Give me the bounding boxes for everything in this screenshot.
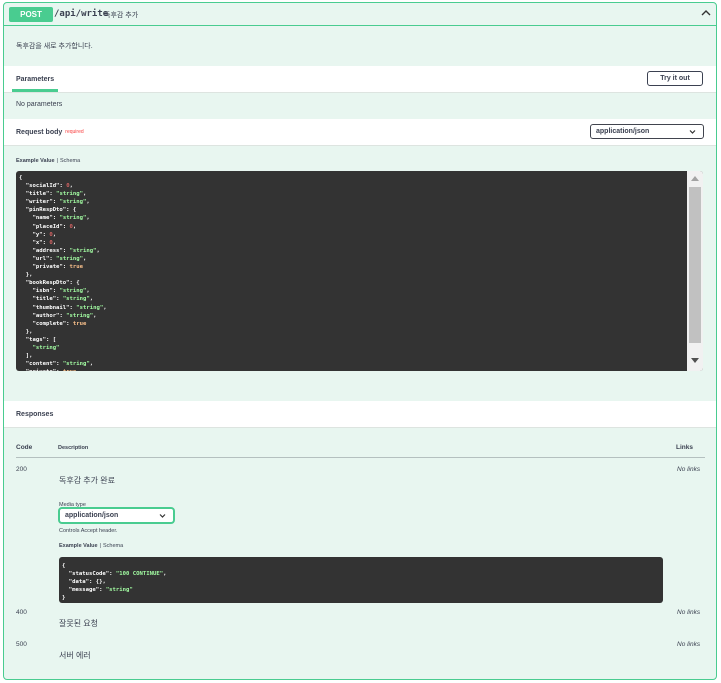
response-links-200: No links (677, 466, 701, 473)
tab-schema[interactable]: Schema (103, 543, 123, 549)
response-media-type-value: application/json (65, 512, 119, 519)
request-body-header: Request body required application/json (4, 119, 716, 146)
column-description: Description (58, 445, 89, 451)
chevron-up-icon[interactable] (699, 6, 713, 20)
operation-description: 독후감을 새로 추가합니다. (16, 43, 93, 50)
column-links: Links (676, 444, 693, 451)
triangle-down-icon[interactable] (691, 358, 699, 364)
tab-example-value[interactable]: Example Value (16, 158, 55, 164)
response-description-200: 독후감 추가 완료 (59, 476, 115, 485)
chevron-down-icon (159, 514, 166, 518)
request-example-code[interactable]: { "socialId": 0, "title": "string", "wri… (16, 171, 703, 371)
parameters-header: Parameters Try it out (4, 66, 716, 93)
operation-path: /api/write (54, 9, 109, 19)
tab-example-value[interactable]: Example Value (59, 543, 98, 549)
controls-accept-header-text: Controls Accept header. (59, 528, 118, 534)
no-parameters-text: No parameters (16, 101, 63, 108)
operation-summary-text: 독후감 추가 (104, 12, 139, 19)
response-example-code[interactable]: { "statusCode": "100 CONTINUE", "data": … (59, 557, 663, 603)
response-code-500: 500 (16, 641, 27, 648)
operation-summary[interactable]: POST /api/write 독후감 추가 (4, 3, 716, 26)
request-content-type-select[interactable]: application/json (590, 124, 704, 139)
responses-title: Responses (16, 411, 54, 418)
responses-header: Responses (4, 401, 716, 428)
operation-block-post-api-write: POST /api/write 독후감 추가 독후감을 새로 추가합니다. Pa… (3, 2, 717, 680)
chevron-down-icon (689, 130, 696, 134)
response-links-400: No links (677, 609, 701, 616)
request-body-title: Request body (16, 129, 63, 136)
response-code-400: 400 (16, 609, 27, 616)
response-description-500: 서버 에러 (59, 651, 91, 660)
request-body-label: Request body required (16, 129, 84, 136)
responses-table-header: Code Description Links (16, 443, 705, 458)
response-media-type-select[interactable]: application/json (59, 508, 174, 523)
response-links-500: No links (677, 641, 701, 648)
scrollbar-thumb[interactable] (689, 187, 701, 343)
triangle-up-icon[interactable] (691, 175, 699, 181)
request-content-type-value: application/json (596, 128, 650, 135)
request-example-tabs: Example Value | Schema (16, 158, 81, 164)
tab-parameters[interactable]: Parameters (12, 76, 59, 92)
column-code: Code (16, 444, 33, 451)
required-label: required (65, 129, 84, 135)
response-example-tabs: Example Value | Schema (59, 543, 124, 549)
response-code-200: 200 (16, 466, 27, 473)
tab-schema[interactable]: Schema (60, 158, 80, 164)
code-scrollbar[interactable] (687, 171, 703, 371)
response-description-400: 잘못된 요청 (59, 619, 99, 628)
method-badge: POST (9, 7, 53, 22)
try-it-out-button[interactable]: Try it out (647, 71, 703, 86)
